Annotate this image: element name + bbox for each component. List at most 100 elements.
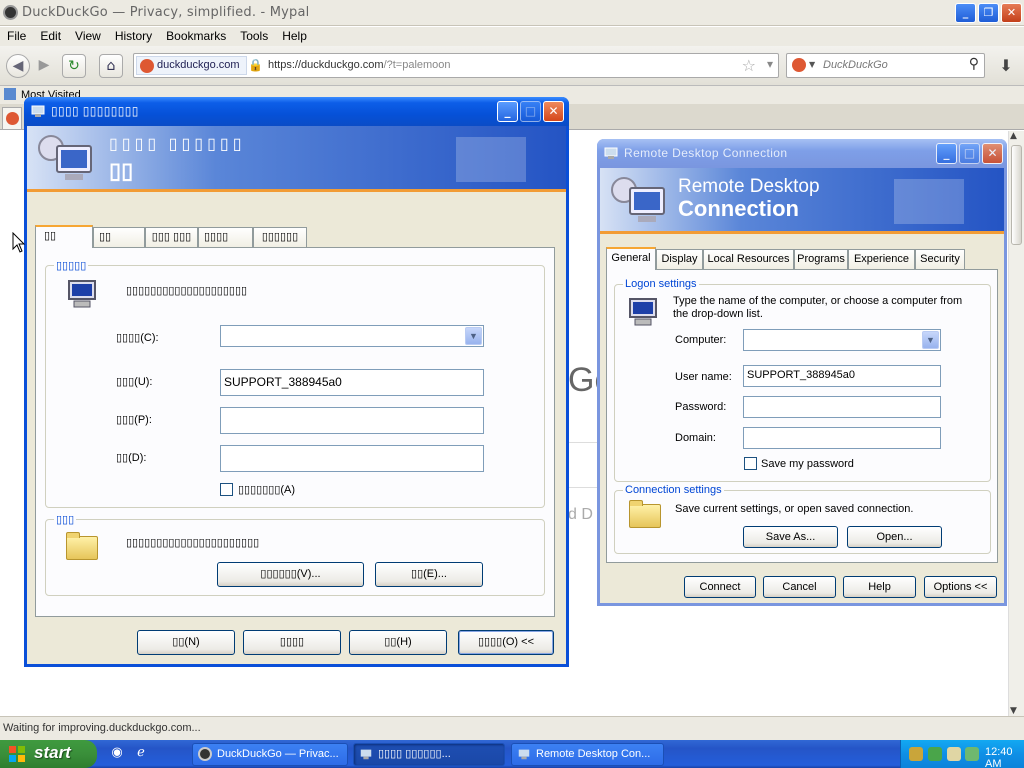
quicklaunch-explorer-icon[interactable]: ◉ bbox=[108, 745, 126, 763]
garbled-options-button[interactable]: ▯▯▯▯(O) << bbox=[458, 630, 554, 655]
rdc-banner-line1: Remote Desktop bbox=[678, 176, 820, 197]
garbled-banner: ▯▯▯▯ ▯▯▯▯▯▯ ▯▯ bbox=[27, 126, 566, 192]
chevron-down-icon[interactable]: ▼ bbox=[922, 331, 939, 349]
garbled-rdc-dialog: ▯▯▯▯ ▯▯▯▯▯▯▯▯ _ □ ✕ ▯▯▯▯ ▯▯▯▯▯▯ ▯▯ ▯▯ ▯▯… bbox=[24, 97, 569, 667]
garbled-connect-button[interactable]: ▯▯(N) bbox=[137, 630, 235, 655]
tab-security[interactable]: Security bbox=[915, 249, 965, 269]
tab-programs[interactable]: Programs bbox=[794, 249, 848, 269]
garbled-computer-combobox[interactable]: ▼ bbox=[220, 325, 484, 347]
garbled-tab-5[interactable]: ▯▯▯▯▯▯ bbox=[253, 227, 307, 247]
computer-satellite-icon bbox=[38, 135, 92, 180]
garbled-save-as-button[interactable]: ▯▯▯▯▯▯(V)... bbox=[217, 562, 364, 587]
garbled-dialog-title-bar[interactable]: ▯▯▯▯ ▯▯▯▯▯▯▯▯ _ □ ✕ bbox=[24, 97, 569, 126]
rdc-general-panel: Logon settings Type the name of the comp… bbox=[606, 269, 998, 563]
tray-update-icon[interactable] bbox=[965, 747, 979, 761]
page-search-box-fragment[interactable] bbox=[568, 442, 598, 488]
search-bar[interactable]: ▼ DuckDuckGo ⚲ bbox=[786, 53, 985, 78]
browser-title-bar[interactable]: DuckDuckGo — Privacy, simplified. - Mypa… bbox=[0, 0, 1024, 26]
menu-edit[interactable]: Edit bbox=[33, 27, 68, 43]
garbled-password-field[interactable] bbox=[220, 407, 484, 434]
garbled-tab-1[interactable]: ▯▯ bbox=[35, 225, 93, 248]
password-label: Password: bbox=[675, 401, 727, 413]
menu-file[interactable]: File bbox=[0, 27, 33, 43]
menu-help[interactable]: Help bbox=[275, 27, 314, 43]
computer-satellite-icon bbox=[611, 177, 665, 222]
reload-icon: ↻ bbox=[68, 58, 80, 74]
garbled-tab-4[interactable]: ▯▯▯▯ bbox=[198, 227, 253, 247]
quicklaunch-ie-icon[interactable]: ℯ bbox=[132, 745, 150, 763]
garbled-username-field[interactable]: SUPPORT_388945a0 bbox=[220, 369, 484, 396]
username-field[interactable]: SUPPORT_388945a0 bbox=[743, 365, 941, 387]
maximize-button[interactable]: ❐ bbox=[978, 3, 999, 23]
garbled-tab-2[interactable]: ▯▯ bbox=[93, 227, 145, 247]
garbled-close-button[interactable]: ✕ bbox=[543, 101, 564, 122]
url-bar[interactable]: duckduckgo.com 🔒 https://duckduckgo.com/… bbox=[133, 53, 779, 78]
garbled-help-button[interactable]: ▯▯(H) bbox=[349, 630, 447, 655]
cancel-button[interactable]: Cancel bbox=[763, 576, 836, 598]
options-button[interactable]: Options << bbox=[924, 576, 997, 598]
garbled-tab-3[interactable]: ▯▯▯ ▯▯▯ bbox=[145, 227, 198, 247]
search-icon[interactable]: ⚲ bbox=[969, 56, 979, 72]
url-dropdown-icon[interactable]: ▾ bbox=[767, 57, 773, 71]
computer-combobox[interactable]: ▼ bbox=[743, 329, 941, 351]
url-main: https://duckduckgo.com bbox=[268, 59, 384, 71]
help-button[interactable]: Help bbox=[843, 576, 916, 598]
task-garbled-dialog[interactable]: ▯▯▯▯ ▯▯▯▯▯▯... bbox=[353, 743, 505, 766]
start-label: start bbox=[34, 743, 71, 762]
garbled-minimize-button[interactable]: _ bbox=[497, 101, 518, 122]
rdc-title-bar[interactable]: Remote Desktop Connection _ □ ✕ bbox=[597, 139, 1007, 168]
home-button[interactable]: ⌂ bbox=[99, 54, 123, 78]
bookmark-star-icon[interactable]: ☆ bbox=[742, 56, 756, 75]
tab-experience[interactable]: Experience bbox=[848, 249, 915, 269]
site-identity[interactable]: duckduckgo.com bbox=[136, 56, 247, 75]
garbled-save-password-checkbox[interactable] bbox=[220, 483, 233, 496]
save-as-button[interactable]: Save As... bbox=[743, 526, 838, 548]
rdc-task-icon bbox=[360, 749, 372, 760]
search-input[interactable]: DuckDuckGo bbox=[823, 59, 888, 71]
domain-field[interactable] bbox=[743, 427, 941, 449]
close-button[interactable]: ✕ bbox=[1001, 3, 1022, 23]
tab-general[interactable]: General bbox=[606, 247, 656, 270]
search-engine-icon[interactable] bbox=[792, 58, 806, 72]
garbled-logon-group-label: ▯▯▯▯▯ bbox=[54, 259, 89, 272]
scrollbar-thumb[interactable] bbox=[1011, 145, 1022, 245]
task-duckduckgo[interactable]: DuckDuckGo — Privac... bbox=[192, 743, 348, 766]
tab-local-resources[interactable]: Local Resources bbox=[703, 249, 794, 269]
garbled-open-button[interactable]: ▯▯(E)... bbox=[375, 562, 483, 587]
menu-tools[interactable]: Tools bbox=[233, 27, 275, 43]
garbled-tab-row: ▯▯ ▯▯ ▯▯▯ ▯▯▯ ▯▯▯▯ ▯▯▯▯▯▯ bbox=[27, 225, 566, 248]
menu-view[interactable]: View bbox=[68, 27, 108, 43]
url-tail: /?t=palemoon bbox=[383, 59, 451, 71]
download-arrow-icon: ⬇ bbox=[999, 56, 1013, 75]
search-engine-dropdown-icon[interactable]: ▼ bbox=[809, 60, 815, 69]
scroll-up-icon[interactable]: ▲ bbox=[1010, 131, 1017, 141]
browser-tab-duckduckgo[interactable] bbox=[2, 107, 22, 129]
start-button[interactable]: start bbox=[0, 740, 97, 768]
rdc-close-button[interactable]: ✕ bbox=[982, 143, 1003, 164]
minimize-button[interactable]: _ bbox=[955, 3, 976, 23]
garbled-domain-field[interactable] bbox=[220, 445, 484, 472]
connect-button[interactable]: Connect bbox=[684, 576, 756, 598]
download-button[interactable]: ⬇ bbox=[994, 54, 1018, 78]
chevron-down-icon[interactable]: ▼ bbox=[465, 327, 482, 345]
task-remote-desktop[interactable]: Remote Desktop Con... bbox=[511, 743, 664, 766]
rdc-dialog: Remote Desktop Connection _ □ ✕ Remote D… bbox=[597, 139, 1007, 606]
save-password-checkbox[interactable] bbox=[744, 457, 757, 470]
tab-display[interactable]: Display bbox=[656, 249, 703, 269]
forward-button[interactable]: ▶ bbox=[32, 54, 56, 78]
menu-history[interactable]: History bbox=[108, 27, 159, 43]
reload-button[interactable]: ↻ bbox=[62, 54, 86, 78]
open-button[interactable]: Open... bbox=[847, 526, 942, 548]
vertical-scrollbar[interactable]: ▲ ▼ bbox=[1008, 131, 1024, 716]
tray-security-icon[interactable] bbox=[928, 747, 942, 761]
back-button[interactable]: ◀ bbox=[6, 54, 30, 78]
garbled-cancel-button[interactable]: ▯▯▯▯ bbox=[243, 630, 341, 655]
tray-network-icon[interactable] bbox=[909, 747, 923, 761]
rdc-minimize-button[interactable]: _ bbox=[936, 143, 957, 164]
password-field[interactable] bbox=[743, 396, 941, 418]
tray-volume-icon[interactable] bbox=[947, 747, 961, 761]
menu-bookmarks[interactable]: Bookmarks bbox=[159, 27, 233, 43]
home-icon: ⌂ bbox=[106, 58, 116, 74]
scroll-down-icon[interactable]: ▼ bbox=[1010, 706, 1017, 716]
page-text-fragment: d D bbox=[568, 506, 593, 523]
